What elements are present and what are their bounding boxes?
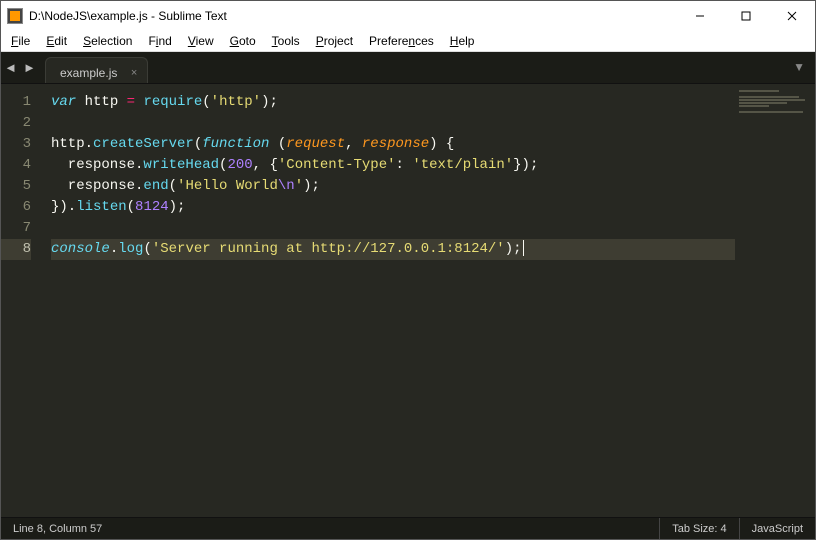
status-cursor-position[interactable]: Line 8, Column 57 <box>1 518 114 539</box>
editor: 12345678 var http = require('http'); http… <box>1 84 815 517</box>
code-line[interactable]: var http = require('http'); <box>51 92 735 113</box>
line-number-gutter: 12345678 <box>1 84 41 517</box>
window-title: D:\NodeJS\example.js - Sublime Text <box>29 9 227 23</box>
tab-overflow-icon[interactable]: ▼ <box>793 60 805 74</box>
tab-nav-arrows: ◄ ► <box>1 52 39 83</box>
code-line[interactable]: http.createServer(function (request, res… <box>51 134 735 155</box>
minimize-button[interactable] <box>677 1 723 31</box>
menu-find[interactable]: Find <box>140 32 179 50</box>
line-number: 6 <box>1 197 31 218</box>
code-line[interactable]: console.log('Server running at http://12… <box>51 239 735 260</box>
code-line[interactable] <box>51 113 735 134</box>
status-tab-size[interactable]: Tab Size: 4 <box>659 518 738 539</box>
code-line[interactable]: response.writeHead(200, {'Content-Type':… <box>51 155 735 176</box>
line-number: 7 <box>1 218 31 239</box>
tab-nav-forward-icon[interactable]: ► <box>23 60 36 75</box>
line-number: 4 <box>1 155 31 176</box>
menu-selection[interactable]: Selection <box>75 32 140 50</box>
app-icon <box>7 8 23 24</box>
code-line[interactable]: response.end('Hello World\n'); <box>51 176 735 197</box>
line-number: 3 <box>1 134 31 155</box>
tab-nav-back-icon[interactable]: ◄ <box>4 60 17 75</box>
maximize-button[interactable] <box>723 1 769 31</box>
tab-example-js[interactable]: example.js × <box>45 57 148 83</box>
menu-tools[interactable]: Tools <box>264 32 308 50</box>
menu-bar: FileEditSelectionFindViewGotoToolsProjec… <box>1 31 815 52</box>
status-language[interactable]: JavaScript <box>739 518 815 539</box>
minimap[interactable] <box>735 84 815 517</box>
code-line[interactable]: }).listen(8124); <box>51 197 735 218</box>
menu-view[interactable]: View <box>180 32 222 50</box>
window-titlebar: D:\NodeJS\example.js - Sublime Text <box>1 1 815 31</box>
code-line[interactable] <box>51 218 735 239</box>
menu-preferences[interactable]: Preferences <box>361 32 442 50</box>
close-button[interactable] <box>769 1 815 31</box>
menu-goto[interactable]: Goto <box>222 32 264 50</box>
text-caret <box>523 240 524 256</box>
tab-label: example.js <box>60 66 117 80</box>
menu-edit[interactable]: Edit <box>38 32 75 50</box>
menu-project[interactable]: Project <box>308 32 361 50</box>
menu-file[interactable]: File <box>3 32 38 50</box>
line-number: 1 <box>1 92 31 113</box>
menu-help[interactable]: Help <box>442 32 483 50</box>
line-number: 2 <box>1 113 31 134</box>
tab-bar: ◄ ► example.js × ▼ <box>1 52 815 84</box>
line-number: 8 <box>1 239 31 260</box>
line-number: 5 <box>1 176 31 197</box>
window-controls <box>677 1 815 31</box>
status-bar: Line 8, Column 57 Tab Size: 4 JavaScript <box>1 517 815 539</box>
code-area[interactable]: var http = require('http'); http.createSe… <box>41 84 735 517</box>
tab-close-icon[interactable]: × <box>131 67 137 79</box>
